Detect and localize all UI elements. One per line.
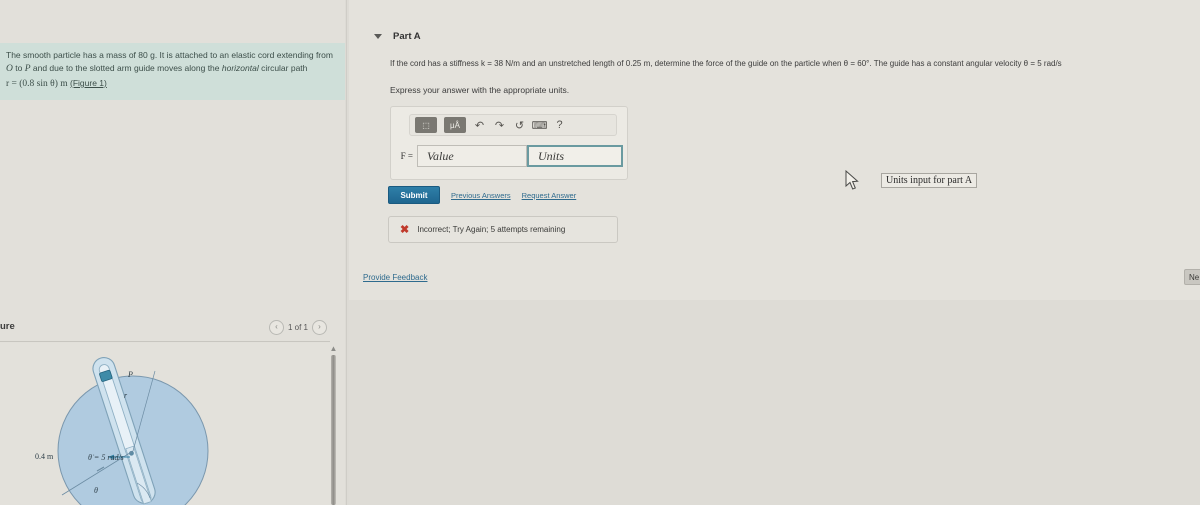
request-answer-link[interactable]: Request Answer xyxy=(522,191,577,200)
problem-line-1: The smooth particle has a mass of 80 g. … xyxy=(6,50,333,60)
value-input[interactable]: Value xyxy=(417,145,527,167)
scrollbar-thumb[interactable] xyxy=(331,355,336,505)
label-radius: 0.4 m xyxy=(35,452,54,461)
problem-text-horizontal: horizontal xyxy=(221,63,259,74)
main-content: Part A If the cord has a stiffness k = 3… xyxy=(349,0,1200,505)
application-window: The smooth particle has a mass of 80 g. … xyxy=(0,0,1200,505)
figure-prev-button[interactable]: ‹ xyxy=(268,320,284,335)
part-a-header[interactable]: Part A xyxy=(374,31,421,42)
force-label: F = xyxy=(400,151,413,161)
figure-next-button[interactable]: › xyxy=(312,320,327,335)
undo-icon[interactable]: ↶ xyxy=(473,118,486,133)
figure-1-link[interactable]: (Figure 1) xyxy=(70,78,107,88)
label-omega: θ̇ = 5 rad/s xyxy=(88,453,124,462)
figure-diagram: 0.4 m θ̇ = 5 rad/s r P θ xyxy=(35,357,209,505)
figure-pager: ‹ 1 of 1 › xyxy=(268,320,327,335)
part-a-title: Part A xyxy=(393,31,421,42)
feedback-banner: ✖ Incorrect; Try Again; 5 attempts remai… xyxy=(388,216,618,243)
problem-line-2: O to P and due to the slotted arm guide … xyxy=(6,62,337,77)
instruction-text: Express your answer with the appropriate… xyxy=(390,85,570,95)
scroll-up-arrow-icon[interactable]: ▲ xyxy=(329,345,338,353)
provide-feedback-link[interactable]: Provide Feedback xyxy=(363,273,427,282)
reset-icon[interactable]: ↺ xyxy=(513,118,526,133)
answer-entry-box: ⬚ μÅ ↶ ↷ ↺ ⌨ ? F = Value Units xyxy=(390,106,628,180)
panel-divider xyxy=(346,0,347,505)
left-panel: The smooth particle has a mass of 80 g. … xyxy=(0,0,345,505)
error-x-icon: ✖ xyxy=(400,224,410,236)
template-icon[interactable]: ⬚ xyxy=(415,117,437,133)
figure-page-label: 1 of 1 xyxy=(287,323,308,332)
help-icon[interactable]: ? xyxy=(553,118,566,133)
units-icon[interactable]: μÅ xyxy=(444,117,466,133)
figure-header: ure ‹ 1 of 1 › xyxy=(0,318,345,340)
previous-answers-link[interactable]: Previous Answers xyxy=(451,191,511,200)
problem-line-3: r = (0.8 sin θ) m (Figure 1) xyxy=(6,77,337,92)
problem-text-to: to xyxy=(12,63,25,74)
answer-fields: F = Value Units xyxy=(391,143,627,169)
label-theta: θ xyxy=(94,486,98,495)
question-text: If the cord has a stiffness k = 38 N/m a… xyxy=(390,59,1062,68)
submit-button[interactable]: Submit xyxy=(388,186,440,204)
problem-statement: The smooth particle has a mass of 80 g. … xyxy=(0,43,345,100)
keyboard-icon[interactable]: ⌨ xyxy=(532,118,548,133)
figure-scrollbar[interactable]: ▲ xyxy=(328,345,339,505)
redo-icon[interactable]: ↷ xyxy=(493,118,506,133)
answer-toolbar: ⬚ μÅ ↶ ↷ ↺ ⌨ ? xyxy=(409,114,617,136)
mouse-cursor-icon xyxy=(845,170,859,190)
units-input[interactable]: Units xyxy=(527,145,623,167)
problem-text-path: circular path xyxy=(258,63,308,74)
figure-panel-title: ure xyxy=(0,321,15,332)
next-button[interactable]: Ne xyxy=(1184,269,1200,285)
actions-row: Submit Previous Answers Request Answer xyxy=(388,186,576,204)
chevron-down-icon[interactable] xyxy=(374,34,382,39)
units-tooltip: Units input for part A xyxy=(881,173,978,188)
figure-body: 0.4 m θ̇ = 5 rad/s r P θ xyxy=(0,343,330,505)
problem-text-guide: and due to the slotted arm guide moves a… xyxy=(30,63,222,74)
figure-divider xyxy=(0,341,330,342)
feedback-text: Incorrect; Try Again; 5 attempts remaini… xyxy=(417,225,566,234)
point-o-symbol: O xyxy=(6,64,13,75)
label-p: P xyxy=(127,370,133,379)
part-a-card: Part A If the cord has a stiffness k = 3… xyxy=(349,0,1200,300)
radius-equation: r = (0.8 sin θ) m xyxy=(6,78,68,89)
